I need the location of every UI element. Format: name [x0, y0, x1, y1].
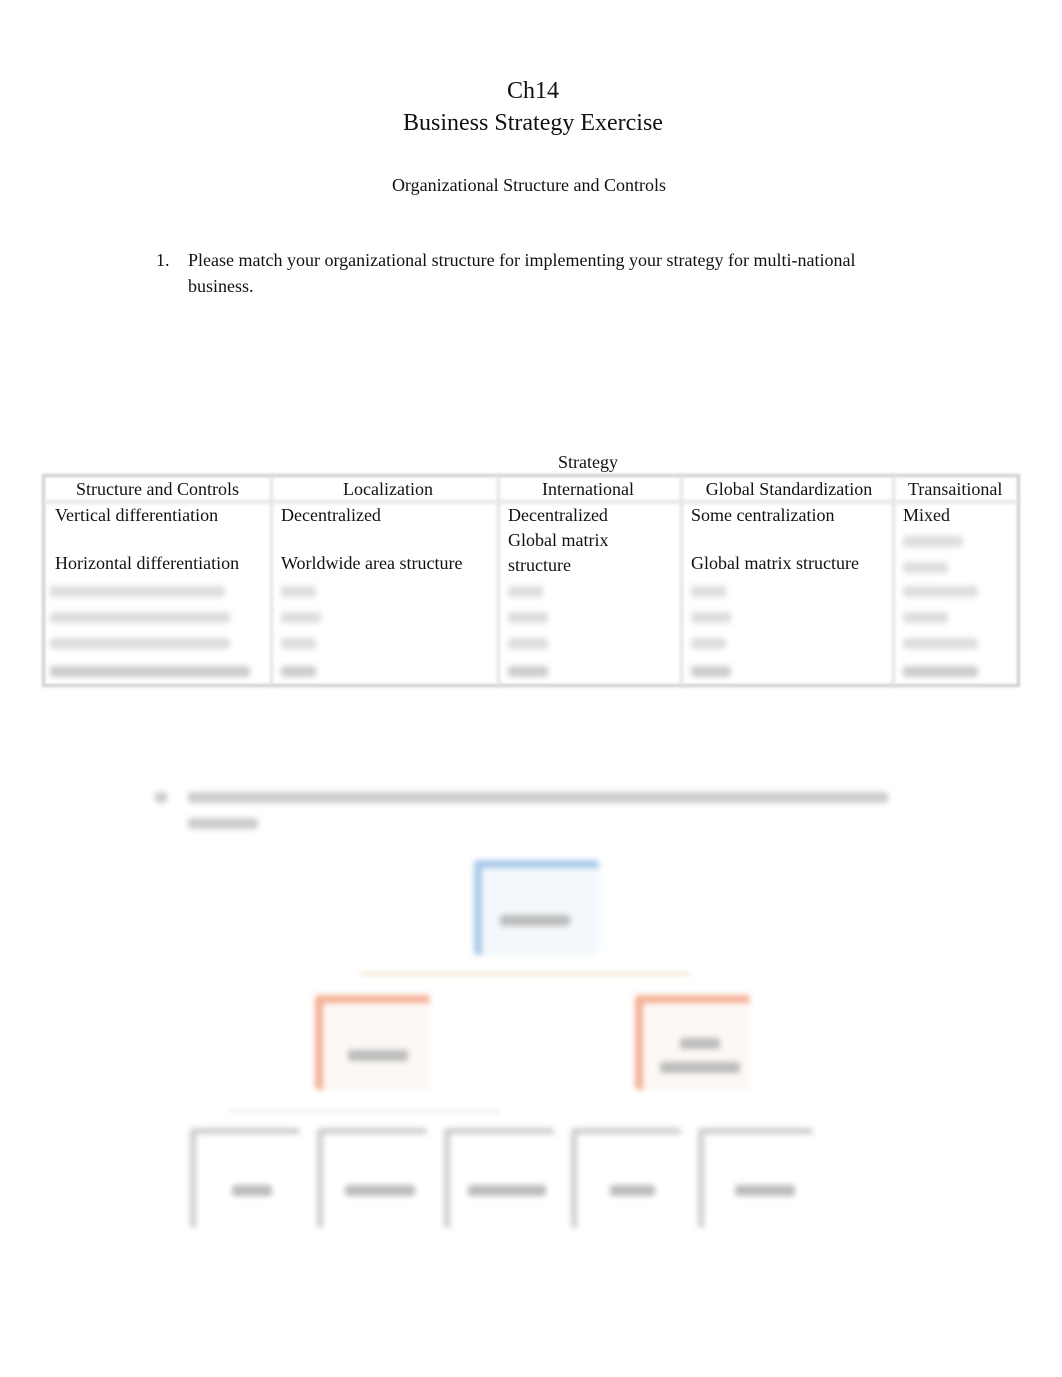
- org-chart-leaf-box: [571, 1128, 681, 1228]
- column-divider: [892, 474, 895, 687]
- column-header: International: [542, 479, 634, 499]
- question-text-line2: business.: [188, 276, 254, 296]
- document-subtitle: Organizational Structure and Controls: [391, 175, 667, 195]
- strategy-group-header: Strategy: [558, 452, 618, 472]
- org-chart-leaf-box: [190, 1128, 300, 1228]
- column-divider: [497, 474, 500, 687]
- org-chart-mid-box: [315, 995, 430, 1090]
- table-cell: Global matrix structure: [691, 553, 859, 573]
- question-text-line1: Please match your organizational structu…: [188, 250, 856, 270]
- org-chart-leaf-box: [698, 1128, 813, 1228]
- document-title: Business Strategy Exercise: [403, 110, 663, 136]
- column-header: Localization: [343, 479, 433, 499]
- table-cell: Decentralized: [281, 505, 381, 525]
- question-number: 1.: [156, 250, 170, 270]
- column-divider: [680, 474, 683, 687]
- org-chart-top-box: [474, 860, 599, 955]
- chapter-heading: Ch14: [506, 78, 559, 104]
- header-divider: [45, 500, 1017, 504]
- org-chart-leaf-box: [317, 1128, 427, 1228]
- row-label: Horizontal differentiation: [55, 553, 240, 573]
- column-divider: [270, 474, 273, 687]
- document-page: Ch14 Business Strategy Exercise Organiza…: [0, 0, 1062, 1377]
- column-header: Global Standardization: [705, 479, 873, 499]
- table-cell: Worldwide area structure: [281, 553, 463, 573]
- table-cell: Some centralization: [691, 505, 835, 525]
- column-header: Structure and Controls: [76, 479, 239, 499]
- table-cell: Decentralized: [508, 505, 608, 525]
- column-header: Transaitional: [908, 479, 1003, 499]
- table-cell: Global matrix structure: [508, 530, 609, 575]
- table-cell: Mixed: [903, 505, 950, 525]
- org-chart-leaf-box: [444, 1128, 554, 1228]
- row-label: Vertical differentiation: [55, 505, 219, 525]
